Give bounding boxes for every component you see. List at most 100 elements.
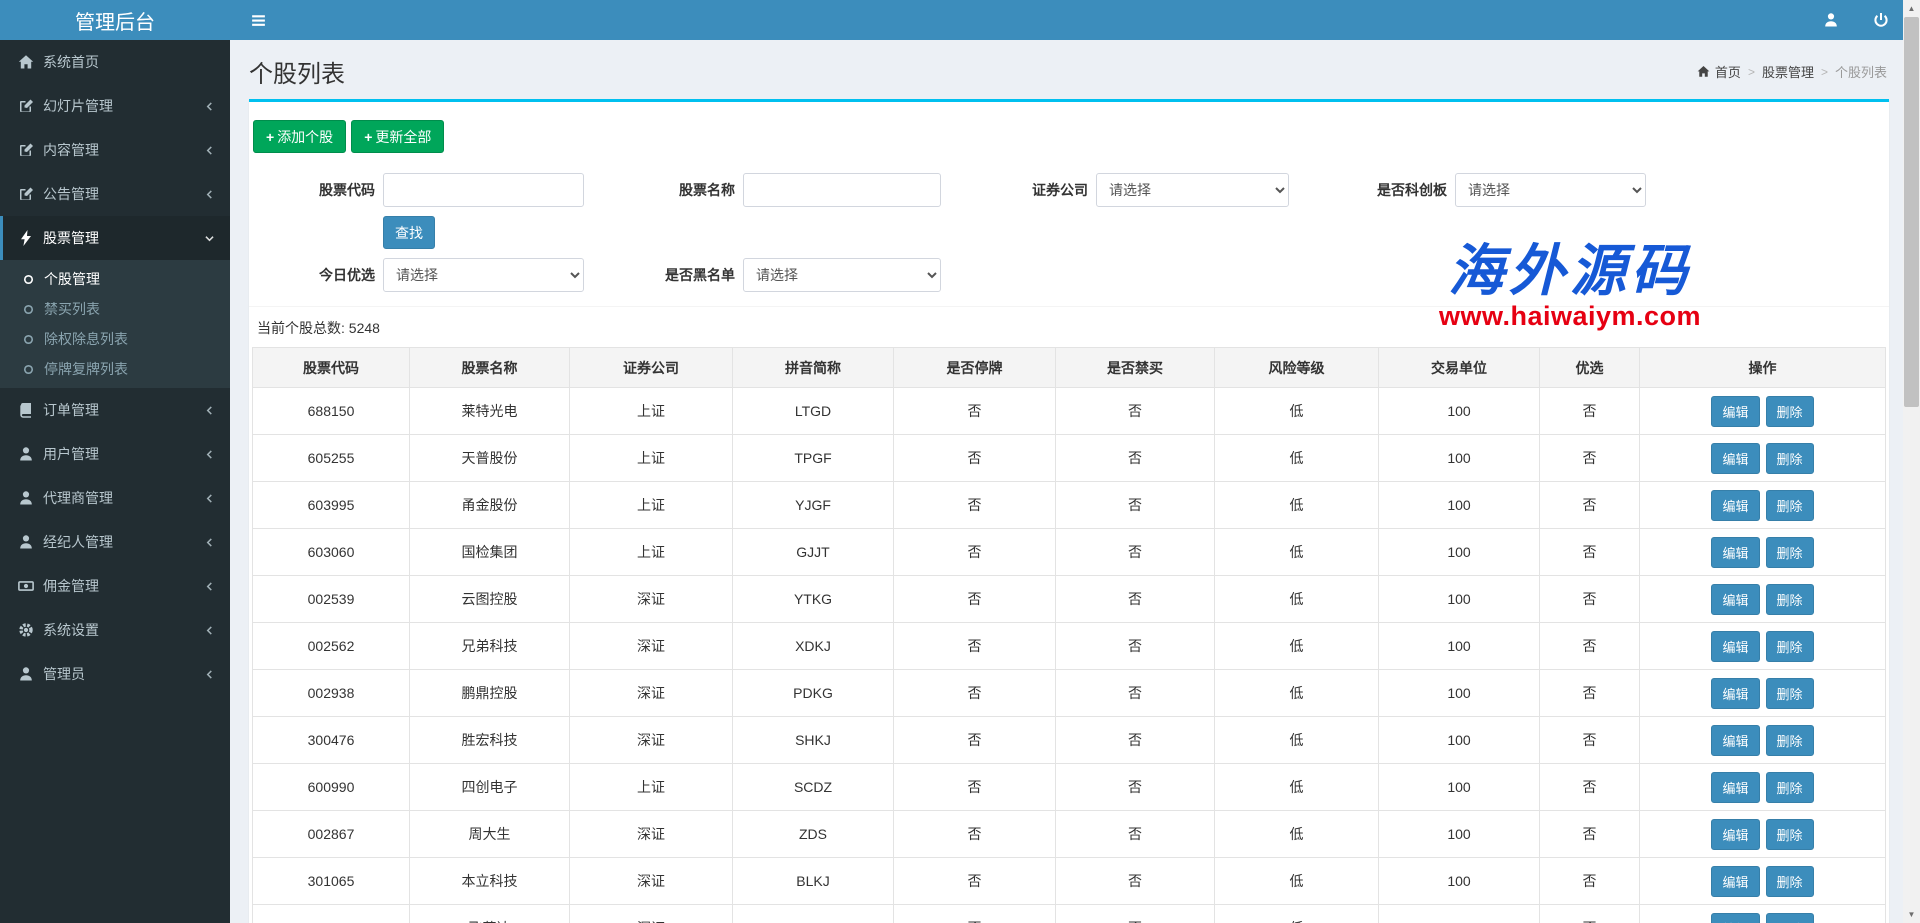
delete-button[interactable]: 删除 <box>1766 725 1814 756</box>
breadcrumb-separator: > <box>1821 65 1828 79</box>
logout-button[interactable] <box>1873 12 1889 28</box>
cell-banned: 否 <box>1056 576 1215 623</box>
delete-button[interactable]: 删除 <box>1766 443 1814 474</box>
cell-stock-code: 300476 <box>253 717 410 764</box>
cell-banned: 否 <box>1056 764 1215 811</box>
edit-button[interactable]: 编辑 <box>1711 678 1759 709</box>
cell-pinyin: TPGF <box>733 435 894 482</box>
sidebar-item-commissions[interactable]: 佣金管理 <box>0 564 230 608</box>
cell-suspended: 否 <box>894 670 1056 717</box>
column-header-name: 股票名称 <box>410 348 570 388</box>
delete-button[interactable]: 删除 <box>1766 678 1814 709</box>
blacklist-select[interactable]: 请选择 <box>743 258 941 292</box>
search-button[interactable]: 查找 <box>383 216 435 249</box>
stock-code-label: 股票代码 <box>252 180 375 200</box>
cell-stock-code: 600990 <box>253 764 410 811</box>
sidebar-item-admins[interactable]: 管理员 <box>0 652 230 696</box>
edit-button[interactable]: 编辑 <box>1711 725 1759 756</box>
delete-button[interactable]: 删除 <box>1766 490 1814 521</box>
edit-button[interactable]: 编辑 <box>1711 819 1759 850</box>
edit-button[interactable]: 编辑 <box>1711 584 1759 615</box>
cell-preferred: 否 <box>1540 576 1640 623</box>
sidebar-item-slides[interactable]: 幻灯片管理 <box>0 84 230 128</box>
table-row: 605255天普股份上证TPGF否否低100否编辑删除 <box>253 435 1886 482</box>
column-header-actions: 操作 <box>1640 348 1886 388</box>
plus-icon: + <box>266 129 274 145</box>
sidebar-toggle-button[interactable] <box>250 12 267 29</box>
edit-button[interactable]: 编辑 <box>1711 913 1759 923</box>
sidebar-item-stocks[interactable]: 股票管理 <box>0 216 230 260</box>
book-icon <box>18 402 34 418</box>
delete-button[interactable]: 删除 <box>1766 631 1814 662</box>
edit-button[interactable]: 编辑 <box>1711 537 1759 568</box>
today-pick-select[interactable]: 请选择 <box>383 258 584 292</box>
navbar-right <box>1823 12 1889 28</box>
sidebar-item-content[interactable]: 内容管理 <box>0 128 230 172</box>
sidebar-item-settings[interactable]: 系统设置 <box>0 608 230 652</box>
cell-preferred: 否 <box>1540 623 1640 670</box>
broker-select[interactable]: 请选择 <box>1096 173 1289 207</box>
star-market-select[interactable]: 请选择 <box>1455 173 1646 207</box>
stock-name-input[interactable] <box>743 173 941 207</box>
bolt-icon <box>18 230 34 246</box>
edit-button[interactable]: 编辑 <box>1711 490 1759 521</box>
chevron-left-icon <box>204 493 215 504</box>
update-all-button[interactable]: +更新全部 <box>351 120 444 153</box>
submenu-item-exright-list[interactable]: 除权除息列表 <box>0 324 230 354</box>
sidebar-item-agents[interactable]: 代理商管理 <box>0 476 230 520</box>
sidebar-item-dashboard[interactable]: 系统首页 <box>0 40 230 84</box>
sidebar-item-users[interactable]: 用户管理 <box>0 432 230 476</box>
cell-risk-level: 低 <box>1215 905 1379 923</box>
delete-button[interactable]: 删除 <box>1766 396 1814 427</box>
cell-banned: 否 <box>1056 482 1215 529</box>
edit-button[interactable]: 编辑 <box>1711 772 1759 803</box>
scrollbar-thumb[interactable] <box>1904 17 1919 407</box>
add-stock-button[interactable]: +添加个股 <box>253 120 346 153</box>
edit-button[interactable]: 编辑 <box>1711 631 1759 662</box>
cell-stock-code: 603995 <box>253 482 410 529</box>
scroll-down-arrow[interactable]: ▼ <box>1903 906 1920 923</box>
submenu-item-suspension-list[interactable]: 停牌复牌列表 <box>0 354 230 384</box>
delete-button[interactable]: 删除 <box>1766 913 1814 923</box>
main-content: 个股列表 首页 > 股票管理 > 个股列表 +添加个股 +更新全部 股票代 <box>230 40 1903 923</box>
delete-button[interactable]: 删除 <box>1766 866 1814 897</box>
sidebar-item-label: 管理员 <box>43 664 85 684</box>
delete-button[interactable]: 删除 <box>1766 819 1814 850</box>
edit-button[interactable]: 编辑 <box>1711 866 1759 897</box>
user-menu-button[interactable] <box>1823 12 1839 28</box>
cell-suspended: 否 <box>894 717 1056 764</box>
app-logo[interactable]: 管理后台 <box>0 0 230 40</box>
delete-button[interactable]: 删除 <box>1766 584 1814 615</box>
breadcrumb: 首页 > 股票管理 > 个股列表 <box>1697 62 1887 81</box>
stock-code-input[interactable] <box>383 173 584 207</box>
cell-company: 上证 <box>570 482 733 529</box>
column-header-banned: 是否禁买 <box>1056 348 1215 388</box>
sidebar-item-brokers[interactable]: 经纪人管理 <box>0 520 230 564</box>
user-icon <box>18 534 34 550</box>
edit-button[interactable]: 编辑 <box>1711 396 1759 427</box>
table-row: 301065本立科技深证BLKJ否否低100否编辑删除 <box>253 858 1886 905</box>
cell-trade-unit: 100 <box>1379 670 1540 717</box>
scrollbar[interactable]: ▲ ▼ <box>1903 0 1920 923</box>
cell-actions: 编辑删除 <box>1640 388 1886 435</box>
cell-trade-unit: 100 <box>1379 905 1540 923</box>
cell-stock-code: 002938 <box>253 670 410 717</box>
breadcrumb-home[interactable]: 首页 <box>1697 62 1741 81</box>
sidebar-item-orders[interactable]: 订单管理 <box>0 388 230 432</box>
scroll-up-arrow[interactable]: ▲ <box>1903 0 1920 17</box>
edit-icon <box>18 186 34 202</box>
stock-table-body: 688150莱特光电上证LTGD否否低100否编辑删除605255天普股份上证T… <box>253 388 1886 923</box>
column-header-code: 股票代码 <box>253 348 410 388</box>
table-row: 002539云图控股深证YTKG否否低100否编辑删除 <box>253 576 1886 623</box>
cell-risk-level: 低 <box>1215 388 1379 435</box>
delete-button[interactable]: 删除 <box>1766 537 1814 568</box>
submenu-item-banned-list[interactable]: 禁买列表 <box>0 294 230 324</box>
cell-risk-level: 低 <box>1215 717 1379 764</box>
submenu-item-stock-management[interactable]: 个股管理 <box>0 264 230 294</box>
delete-button[interactable]: 删除 <box>1766 772 1814 803</box>
cell-banned: 否 <box>1056 529 1215 576</box>
breadcrumb-section[interactable]: 股票管理 <box>1762 62 1814 81</box>
sidebar-item-announcements[interactable]: 公告管理 <box>0 172 230 216</box>
edit-button[interactable]: 编辑 <box>1711 443 1759 474</box>
table-row: 002938鹏鼎控股深证PDKG否否低100否编辑删除 <box>253 670 1886 717</box>
